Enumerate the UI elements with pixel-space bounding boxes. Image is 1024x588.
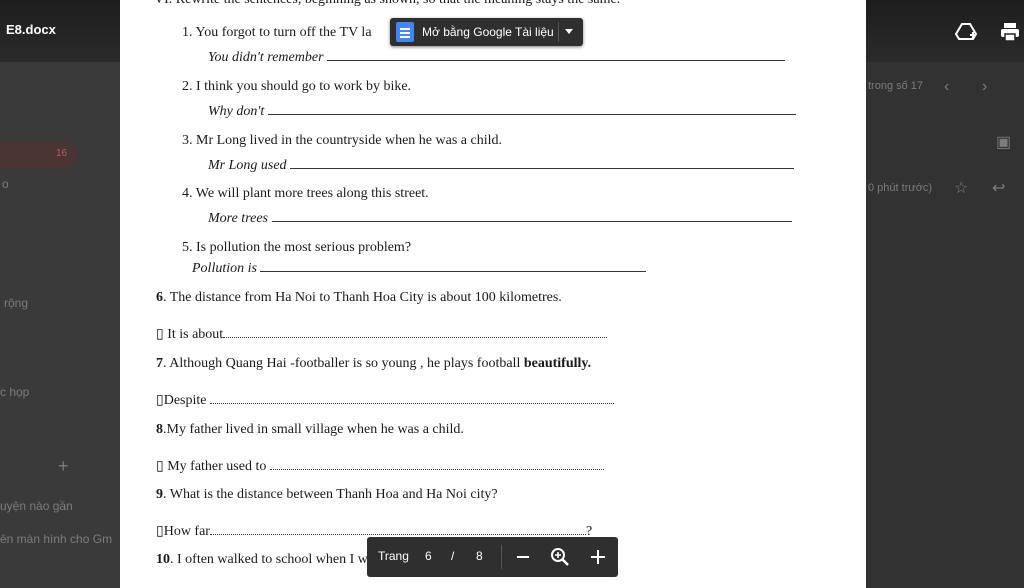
- question-4: 4. We will plant more trees along this s…: [182, 186, 429, 201]
- answer-blank: [271, 207, 792, 222]
- zoom-in-icon[interactable]: [589, 548, 607, 566]
- star-icon: ☆: [954, 180, 969, 197]
- question-6: 6. The distance from Ha Noi to Thanh Hoa…: [156, 290, 562, 305]
- total-pages: 8: [476, 549, 483, 563]
- answer-blank: [269, 455, 604, 470]
- answer-8: ▯ My father used to: [156, 455, 604, 475]
- print-icon[interactable]: [998, 20, 1022, 44]
- page-label: Trang: [378, 549, 409, 563]
- question-1: 1. You forgot to turn off the TV la: [182, 25, 372, 40]
- document-page: VI. Rewrite the sentences, beginning as …: [120, 0, 866, 588]
- answer-1: You didn't remember: [208, 46, 786, 66]
- answer-blank: [209, 389, 614, 404]
- bg-text-rong: rộng: [4, 296, 29, 310]
- answer-blank: [327, 46, 786, 61]
- reply-icon: ↩: [992, 180, 1006, 197]
- inbox-count-badge: 16: [56, 148, 68, 159]
- question-7: 7. Although Quang Hai -footballer is so …: [156, 356, 592, 371]
- open-with-label: Mở bằng Google Tài liệu: [422, 25, 554, 39]
- nav-divider: [501, 545, 502, 569]
- bg-text-share: ên màn hình cho Gm: [0, 532, 113, 546]
- chevron-down-icon[interactable]: [565, 29, 573, 34]
- answer-5: Pollution is: [192, 257, 647, 277]
- answer-blank: [290, 154, 795, 169]
- question-2: 2. I think you should go to work by bike…: [182, 79, 412, 94]
- question-9: 9. What is the distance between Thanh Ho…: [156, 487, 498, 502]
- bg-letter: o: [2, 177, 9, 191]
- add-icon: +: [58, 456, 69, 476]
- question-5: 5. Is pollution the most serious problem…: [182, 240, 412, 255]
- page-separator: /: [451, 549, 455, 563]
- bg-time: 0 phút trước): [868, 182, 933, 194]
- question-8: 8.My father lived in small village when …: [156, 422, 464, 437]
- answer-blank: [209, 520, 586, 535]
- open-with-google-docs-button[interactable]: Mở bằng Google Tài liệu: [390, 18, 583, 46]
- answer-blank: [260, 257, 647, 272]
- answer-7: ▯Despite: [156, 389, 614, 409]
- file-name: E8.docx: [6, 22, 56, 37]
- answer-6: ▯ It is about: [156, 323, 608, 343]
- zoom-out-icon[interactable]: [515, 549, 531, 565]
- question-3: 3. Mr Long lived in the countryside when…: [182, 133, 502, 148]
- current-page[interactable]: 6: [425, 549, 432, 563]
- answer-blank: [267, 100, 796, 115]
- add-to-drive-icon[interactable]: [954, 20, 978, 44]
- bg-text-hop: c họp: [0, 385, 30, 399]
- chevron-right-icon: ›: [982, 78, 988, 95]
- section-header-cut: VI. Rewrite the sentences, beginning as …: [154, 0, 620, 8]
- button-divider: [558, 22, 559, 42]
- bg-pagination: trong số 17: [868, 80, 924, 92]
- google-docs-icon: [396, 22, 414, 42]
- bg-text-recent: uyện nào gần: [0, 499, 73, 513]
- answer-2: Why don't: [208, 100, 796, 120]
- print-icon-bg: ▣: [996, 134, 1012, 151]
- zoom-icon[interactable]: [550, 547, 570, 567]
- chevron-left-icon: ‹: [944, 78, 950, 95]
- answer-4: More trees: [208, 207, 792, 227]
- page-navigation-bar: Trang 6 / 8: [367, 537, 618, 577]
- answer-3: Mr Long used: [208, 154, 795, 174]
- answer-blank: [223, 323, 608, 338]
